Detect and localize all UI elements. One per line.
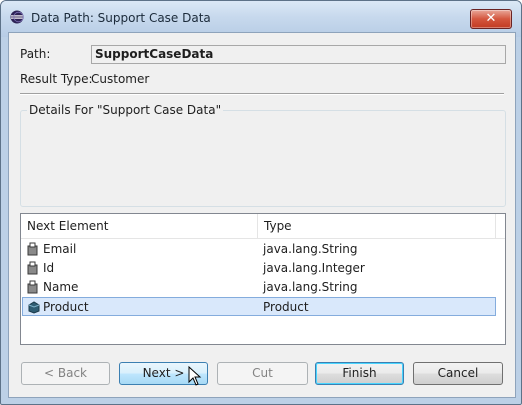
eclipse-app-icon [10, 10, 24, 24]
table-row[interactable]: Id java.lang.Integer [22, 259, 496, 278]
class-icon [28, 301, 40, 314]
mouse-cursor-icon [188, 366, 202, 386]
cancel-button[interactable]: Cancel [413, 362, 503, 385]
dialog-client-area: Path: SupportCaseData Result Type: Custo… [8, 32, 516, 398]
row-type: java.lang.String [263, 242, 358, 256]
column-header-next-element[interactable]: Next Element [21, 214, 108, 238]
attribute-icon [27, 280, 38, 294]
separator [20, 93, 504, 95]
path-label: Path: [20, 47, 51, 61]
table-row[interactable]: Name java.lang.String [22, 278, 496, 297]
row-name: Id [43, 261, 55, 275]
next-element-table[interactable]: Next Element Type Email java.lang.String [20, 213, 506, 345]
details-group-title: Details For "Support Case Data" [27, 103, 224, 117]
details-group: Details For "Support Case Data" [20, 103, 506, 207]
row-type: Product [263, 300, 309, 314]
close-button[interactable]: ✕ [470, 9, 512, 29]
column-header-type[interactable]: Type [258, 214, 292, 238]
table-header: Next Element Type [21, 214, 505, 239]
cut-button[interactable]: Cut [217, 362, 308, 385]
row-name: Product [43, 300, 89, 314]
row-type: java.lang.String [263, 280, 358, 294]
result-type-value: Customer [91, 72, 150, 86]
attribute-icon [27, 261, 38, 275]
path-field[interactable]: SupportCaseData [91, 45, 506, 64]
column-divider[interactable] [495, 214, 496, 238]
table-row[interactable]: Email java.lang.String [22, 240, 496, 259]
dialog-window: Data Path: Support Case Data ✕ Path: Sup… [0, 0, 522, 405]
row-name: Name [43, 280, 79, 294]
window-title: Data Path: Support Case Data [31, 11, 211, 25]
back-button[interactable]: < Back [21, 362, 110, 385]
finish-button[interactable]: Finish [315, 362, 404, 385]
attribute-icon [27, 242, 38, 256]
row-name: Email [43, 242, 77, 256]
result-type-label: Result Type: [20, 72, 93, 86]
row-type: java.lang.Integer [263, 261, 365, 275]
table-row-selected[interactable]: Product Product [22, 297, 496, 316]
